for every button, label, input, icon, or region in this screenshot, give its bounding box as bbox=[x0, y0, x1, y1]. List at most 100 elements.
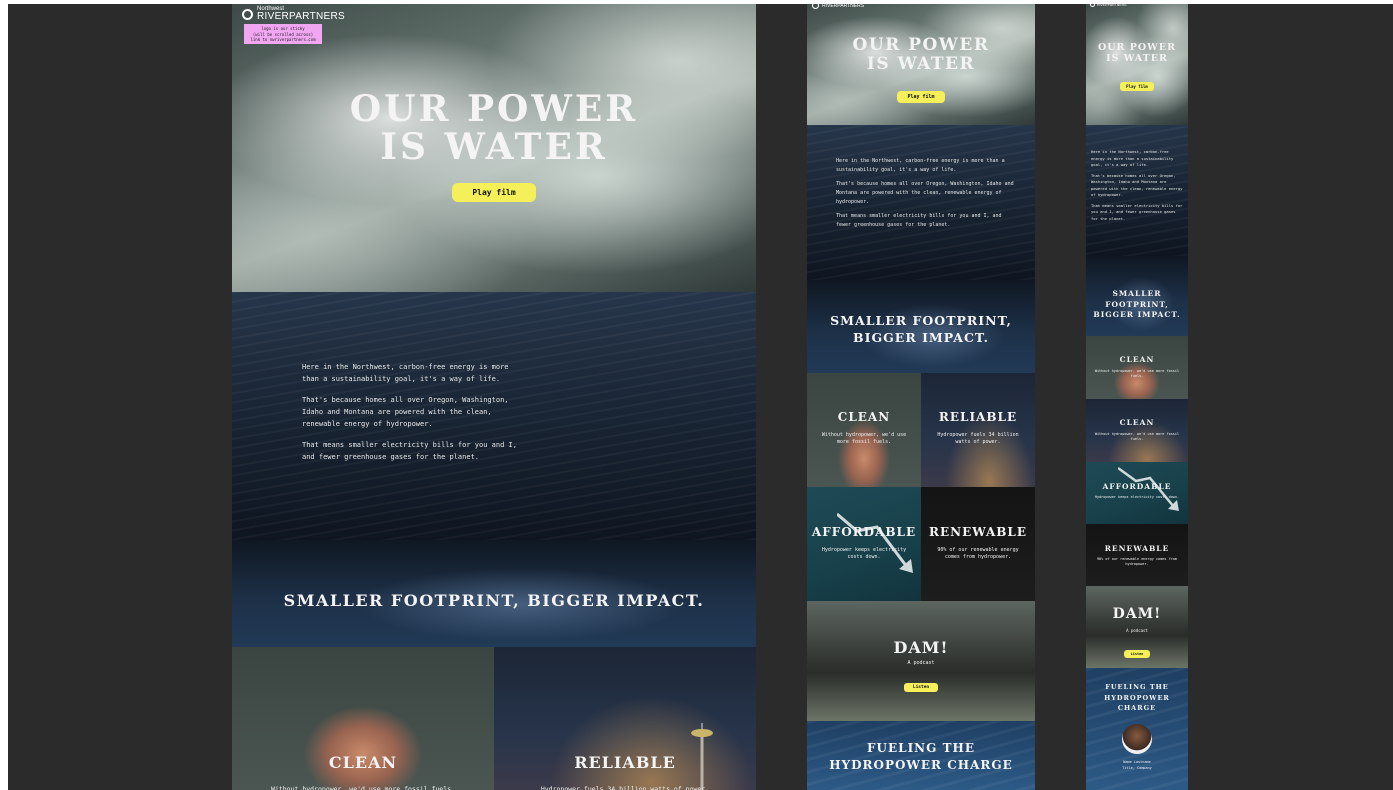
intro-section: Here in the Northwest, carbon-free energ… bbox=[232, 292, 756, 540]
mobile-logo-mark-icon bbox=[1090, 4, 1095, 7]
hero-section: Northwest RIVERPARTNERS logo is our stic… bbox=[232, 4, 756, 292]
sticky-note[interactable]: logo is our sticky (will be scrolled acr… bbox=[244, 24, 322, 44]
hero-title-line-2: IS WATER bbox=[380, 126, 608, 168]
mobile-fueling-line-3: CHARGE bbox=[1117, 704, 1157, 712]
tablet-tile-clean[interactable]: CLEAN Without hydropower, we'd use more … bbox=[807, 373, 921, 487]
tile-clean[interactable]: CLEAN Without hydropower, we'd use more … bbox=[232, 647, 494, 790]
tablet-impact-line-1: SMALLER FOOTPRINT, bbox=[830, 313, 1012, 328]
mobile-intro: Here in the Northwest, carbon-free energ… bbox=[1086, 125, 1188, 256]
mobile-brand-name: RIVERPARTNERS bbox=[1097, 4, 1127, 7]
tablet-logo-mark-icon bbox=[812, 4, 819, 9]
tablet-tile-affordable-title: AFFORDABLE bbox=[811, 525, 917, 539]
tablet-brand-name: RIVERPARTNERS bbox=[822, 4, 865, 9]
play-film-button[interactable]: Play film bbox=[452, 183, 536, 202]
tablet-impact-line-2: BIGGER IMPACT. bbox=[853, 330, 989, 345]
mobile-hero-title: OUR POWER IS WATER bbox=[1086, 42, 1188, 64]
sticky-line-3: link to nwriverpartners.com bbox=[250, 37, 316, 42]
tablet-tile-affordable[interactable]: AFFORDABLE Hydropower keeps electricity … bbox=[807, 487, 921, 601]
mobile-impact-line-3: BIGGER IMPACT. bbox=[1093, 310, 1181, 319]
tablet-artboard[interactable]: RIVERPARTNERS OUR POWER IS WATER Play fi… bbox=[807, 4, 1035, 790]
tablet-tile-renewable[interactable]: RENEWABLE 90% of our renewable energy co… bbox=[921, 487, 1035, 601]
tablet-hero-title: OUR POWER IS WATER bbox=[807, 36, 1035, 74]
mobile-intro-paragraph-2: That's because homes all over Oregon, Wa… bbox=[1091, 172, 1183, 198]
tablet-impact-title: SMALLER FOOTPRINT, BIGGER IMPACT. bbox=[807, 312, 1035, 346]
tile-reliable-title: RELIABLE bbox=[574, 753, 676, 772]
mobile-hero-title-line-2: IS WATER bbox=[1106, 53, 1168, 64]
tile-reliable[interactable]: RELIABLE Hydropower fuels 34 billion wat… bbox=[494, 647, 756, 790]
tile-clean-text: Without hydropower, we'd use more fossil… bbox=[271, 785, 455, 790]
tablet-brand-logo[interactable]: RIVERPARTNERS bbox=[812, 4, 864, 9]
mobile-down-arrow-icon bbox=[1117, 465, 1182, 519]
tile-clean-title: CLEAN bbox=[328, 753, 398, 772]
intro-paragraph-3: That means smaller electricity bills for… bbox=[302, 441, 517, 461]
desktop-artboard[interactable]: Northwest RIVERPARTNERS logo is our stic… bbox=[232, 4, 756, 790]
design-canvas[interactable]: Northwest RIVERPARTNERS logo is our stic… bbox=[8, 4, 1393, 790]
tablet-tile-renewable-text: 90% of our renewable energy comes from h… bbox=[937, 547, 1019, 560]
mobile-impact-title: SMALLER FOOTPRINT, BIGGER IMPACT. bbox=[1086, 289, 1188, 321]
tablet-impact: SMALLER FOOTPRINT, BIGGER IMPACT. bbox=[807, 280, 1035, 373]
mobile-podcast-title: DAM! bbox=[1112, 606, 1162, 622]
tablet-hero: RIVERPARTNERS OUR POWER IS WATER Play fi… bbox=[807, 4, 1035, 125]
mobile-tile-renewable-title: RENEWABLE bbox=[1104, 544, 1170, 553]
mobile-tile-affordable[interactable]: AFFORDABLE Hydropower keeps electricity … bbox=[1086, 462, 1188, 524]
tablet-intro: Here in the Northwest, carbon-free energ… bbox=[807, 125, 1035, 280]
impact-title: SMALLER FOOTPRINT, BIGGER IMPACT. bbox=[283, 591, 705, 610]
mobile-brand-logo[interactable]: RIVERPARTNERS bbox=[1090, 4, 1126, 7]
mobile-podcast-subtitle: A podcast bbox=[1126, 628, 1148, 633]
tablet-intro-paragraph-2: That's because homes all over Oregon, Wa… bbox=[836, 181, 1014, 205]
mobile-impact-line-1: SMALLER bbox=[1112, 289, 1162, 298]
tablet-down-arrow-icon bbox=[836, 509, 917, 583]
tablet-podcast-subtitle: A podcast bbox=[907, 660, 935, 666]
brand-name: RIVERPARTNERS bbox=[257, 11, 345, 22]
tablet-tile-reliable-text: Hydropower fuels 34 billion watts of pow… bbox=[937, 432, 1019, 445]
mobile-tile-affordable-text: Hydropower keeps electricity costs down. bbox=[1094, 495, 1180, 499]
mobile-listen-button[interactable]: Listen bbox=[1123, 650, 1151, 658]
tablet-fueling-line-1: FUELING THE bbox=[867, 741, 975, 755]
tablet-intro-copy: Here in the Northwest, carbon-free energ… bbox=[836, 157, 1014, 230]
logo-mark-icon bbox=[242, 8, 253, 20]
impact-section: SMALLER FOOTPRINT, BIGGER IMPACT. bbox=[232, 540, 756, 647]
mobile-fueling-line-2: HYDROPOWER bbox=[1104, 693, 1170, 702]
tablet-intro-paragraph-1: Here in the Northwest, carbon-free energ… bbox=[836, 158, 1005, 173]
mobile-tile-reliable-title: CLEAN bbox=[1119, 418, 1155, 427]
tablet-tile-affordable-text: Hydropower keeps electricity costs down. bbox=[821, 547, 907, 560]
tile-reliable-text: Hydropower fuels 34 billion watts of pow… bbox=[540, 785, 710, 790]
intro-paragraph-1: Here in the Northwest, carbon-free energ… bbox=[302, 363, 509, 383]
intro-copy: Here in the Northwest, carbon-free energ… bbox=[302, 361, 517, 463]
tablet-fueling-line-2: HYDROPOWER CHARGE bbox=[829, 758, 1013, 772]
tablet-podcast-section: DAM! A podcast Listen bbox=[807, 601, 1035, 721]
intro-paragraph-2: That's because homes all over Oregon, Wa… bbox=[302, 396, 509, 428]
tablet-listen-button[interactable]: Listen bbox=[903, 683, 939, 692]
hero-title: OUR POWER IS WATER bbox=[232, 90, 756, 166]
mobile-podcast-section: DAM! A podcast Listen bbox=[1086, 586, 1188, 668]
mobile-tile-reliable-text: Without hydropower, we'd use more fossil… bbox=[1094, 432, 1180, 441]
mobile-impact-line-2: FOOTPRINT, bbox=[1105, 299, 1169, 309]
tablet-play-film-button[interactable]: Play film bbox=[897, 91, 945, 103]
mobile-tile-reliable[interactable]: CLEAN Without hydropower, we'd use more … bbox=[1086, 399, 1188, 462]
mobile-tile-clean[interactable]: CLEAN Without hydropower, we'd use more … bbox=[1086, 336, 1188, 399]
mobile-intro-paragraph-3: That means smaller electricity bills for… bbox=[1091, 202, 1183, 221]
brand-logo[interactable]: Northwest RIVERPARTNERS bbox=[242, 6, 345, 22]
mobile-tile-affordable-title: AFFORDABLE bbox=[1102, 482, 1172, 491]
mobile-hero: RIVERPARTNERS OUR POWER IS WATER Play fi… bbox=[1086, 4, 1188, 125]
tablet-tile-clean-title: CLEAN bbox=[837, 410, 891, 424]
tablet-fueling-section: FUELING THE HYDROPOWER CHARGE bbox=[807, 721, 1035, 790]
tablet-podcast-title: DAM! bbox=[893, 638, 949, 657]
mobile-fueling-section: FUELING THE HYDROPOWER CHARGE Name Lastn… bbox=[1086, 668, 1188, 790]
mobile-tile-clean-text: Without hydropower, we'd use more fossil… bbox=[1094, 369, 1180, 378]
tablet-intro-paragraph-3: That means smaller electricity bills for… bbox=[836, 213, 1002, 228]
mobile-intro-copy: Here in the Northwest, carbon-free energ… bbox=[1091, 149, 1183, 222]
mobile-fueling-line-1: FUELING THE bbox=[1105, 683, 1169, 691]
tablet-tile-clean-text: Without hydropower, we'd use more fossil… bbox=[821, 432, 907, 445]
mobile-person-name: Name Lastname bbox=[1123, 760, 1151, 764]
mobile-fueling-title: FUELING THE HYDROPOWER CHARGE bbox=[1086, 682, 1188, 714]
tablet-tile-reliable[interactable]: RELIABLE Hydropower fuels 34 billion wat… bbox=[921, 373, 1035, 487]
mobile-avatar bbox=[1122, 724, 1152, 754]
mobile-artboard[interactable]: RIVERPARTNERS OUR POWER IS WATER Play fi… bbox=[1086, 4, 1188, 790]
mobile-tile-clean-title: CLEAN bbox=[1119, 355, 1155, 364]
mobile-person-role: Title, Company bbox=[1122, 766, 1152, 770]
mobile-hero-title-line-1: OUR POWER bbox=[1098, 42, 1176, 53]
mobile-tile-renewable[interactable]: RENEWABLE 90% of our renewable energy co… bbox=[1086, 524, 1188, 586]
tablet-hero-title-line-2: IS WATER bbox=[866, 54, 976, 74]
mobile-play-film-button[interactable]: Play film bbox=[1120, 82, 1154, 91]
